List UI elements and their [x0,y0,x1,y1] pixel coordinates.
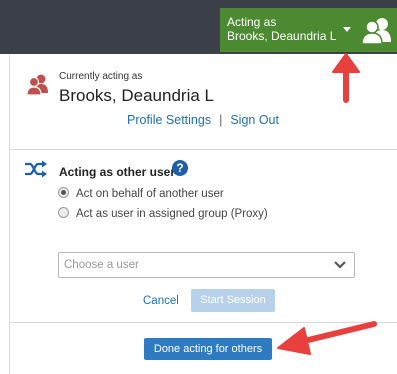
acting-as-other-title: Acting as other user [59,165,176,179]
profile-links: Profile Settings | Sign Out [127,113,279,127]
current-user-name: Brooks, Deaundria L [59,86,214,105]
annotation-arrow-up-icon [332,53,360,103]
start-session-button: Start Session [191,289,275,312]
radio-act-as-proxy[interactable]: Act as user in assigned group (Proxy) [58,207,268,220]
currently-acting-label: Currently acting as [59,71,143,82]
profile-settings-link[interactable]: Profile Settings [127,113,211,127]
radio-button-checked[interactable] [58,187,69,199]
caret-down-icon[interactable] [343,27,351,32]
top-navigation-bar: Acting as Brooks, Deaundria L [0,0,397,54]
shuffle-icon [25,160,47,178]
users-icon [361,18,391,45]
done-acting-button[interactable]: Done acting for others [144,338,272,360]
radio-act-on-behalf[interactable]: Act on behalf of another user [58,187,224,200]
help-icon[interactable]: ? [172,160,188,176]
annotation-arrow-left-icon [277,321,377,355]
link-separator: | [219,113,223,127]
radio-label: Act on behalf of another user [76,188,224,200]
acting-as-menu-button[interactable]: Acting as Brooks, Deaundria L [220,8,397,52]
acting-as-text: Acting as Brooks, Deaundria L [227,15,336,43]
choose-user-select[interactable]: Choose a user [58,252,355,278]
choose-user-placeholder: Choose a user [64,259,139,271]
chevron-down-icon [334,261,346,269]
acting-as-name: Brooks, Deaundria L [227,29,337,43]
radio-label: Act as user in assigned group (Proxy) [76,208,268,220]
acting-as-label: Acting as [227,15,277,29]
section-divider [10,149,397,150]
current-user-icon [26,74,48,96]
sign-out-link[interactable]: Sign Out [230,113,279,127]
radio-button[interactable] [58,207,69,219]
cancel-button[interactable]: Cancel [143,295,179,307]
